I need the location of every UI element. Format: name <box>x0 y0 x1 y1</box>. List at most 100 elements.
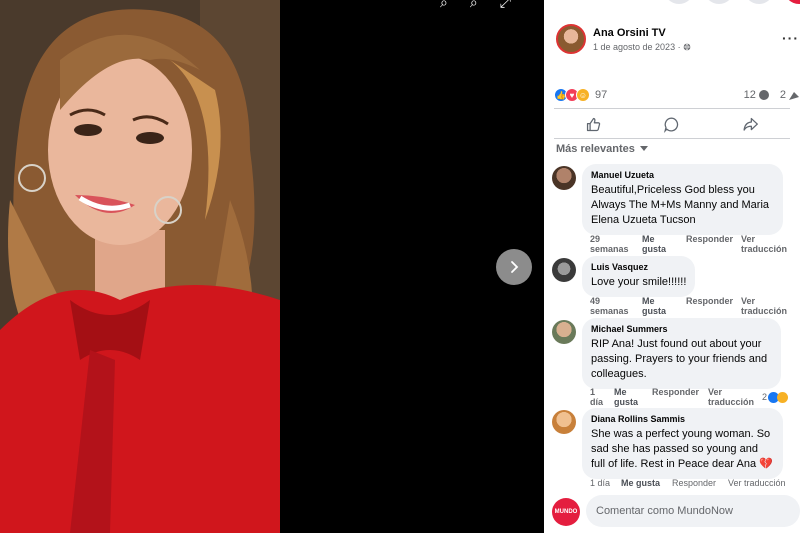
comment-reply-button[interactable]: Responder <box>672 478 728 488</box>
like-button[interactable] <box>585 116 602 133</box>
comment-text: She was a perfect young woman. So sad sh… <box>591 428 771 470</box>
comment-item: Diana Rollins Sammis She was a perfect y… <box>552 408 783 479</box>
fullscreen-icon[interactable]: ⤢ <box>500 0 511 11</box>
thumbs-up-icon <box>586 117 601 131</box>
like-label-1: Me <box>642 234 655 244</box>
like-label-2: gusta <box>614 397 639 407</box>
commenter-avatar[interactable] <box>552 410 576 434</box>
nav-button[interactable] <box>664 0 694 4</box>
comment-time-unit: semanas <box>590 306 629 316</box>
more-dots-icon[interactable]: ··· <box>782 30 799 46</box>
comment-like-button[interactable]: Me gusta <box>614 387 652 407</box>
comment-translate-button[interactable]: Ver traducción <box>741 296 787 316</box>
translate-label-1: Ver <box>741 296 756 306</box>
sad-reaction-icon <box>777 391 789 403</box>
reactions-bar: 👍 ♥ ☺ 97 12 2 <box>554 88 800 102</box>
comment-actions: 1 día Me gusta Responder Ver traducción <box>590 478 786 488</box>
zoom-out-icon[interactable]: ⌕ <box>470 0 478 11</box>
comments-count[interactable]: 12 <box>744 89 770 101</box>
like-label-1: Me <box>642 296 655 306</box>
comment-reaction-count: 2 <box>762 392 768 402</box>
mundonow-logo-text: MUNDO <box>554 509 578 515</box>
post-photo[interactable] <box>0 0 280 533</box>
next-photo-button[interactable] <box>496 249 532 285</box>
comment-reply-button[interactable]: Responder <box>686 234 741 254</box>
comment-bubble: Luis Vasquez Love your smile!!!!!! <box>582 256 696 297</box>
post-date-text[interactable]: 1 de agosto de 2023 <box>593 42 675 52</box>
commenter-avatar[interactable] <box>552 320 576 344</box>
profile-button[interactable] <box>784 0 800 4</box>
translate-label-1: Ver <box>741 234 756 244</box>
comment-time-num: 49 <box>590 296 601 306</box>
portrait-illustration <box>0 0 280 533</box>
comment-sort-dropdown[interactable]: Más relevantes <box>556 143 648 155</box>
translate-label-1: Ver <box>708 387 723 397</box>
comment-translate-button[interactable]: Ver traducción <box>708 387 762 407</box>
post-actions <box>554 110 790 138</box>
comment-composer: MUNDO <box>552 495 800 527</box>
reaction-icons[interactable]: 👍 ♥ ☺ <box>554 88 590 102</box>
commenter-avatar[interactable] <box>552 258 576 282</box>
comment-bubble: Michael Summers RIP Ana! Just found out … <box>582 318 781 389</box>
comment-time[interactable]: 29 semanas <box>590 234 642 254</box>
page-name[interactable]: Ana Orsini TV <box>593 27 691 39</box>
viewer-toolbar: ⌕ ⌕ ⤢ <box>440 0 511 11</box>
like-label-1: Me <box>614 387 627 397</box>
zoom-in-icon[interactable]: ⌕ <box>440 0 448 11</box>
comment-item: Manuel Uzueta Beautiful,Priceless God bl… <box>552 164 783 235</box>
comment-like-button[interactable]: Me gusta <box>642 296 686 316</box>
comments-count-value: 12 <box>743 89 756 101</box>
caret-down-icon <box>639 146 648 151</box>
comment-actions: 49 semanas Me gusta Responder Ver traducció… <box>590 296 787 316</box>
post-header: Ana Orsini TV 1 de agosto de 2023 · <box>556 24 691 54</box>
comment-translate-button[interactable]: Ver traducción <box>728 478 786 488</box>
comment-text: Beautiful,Priceless God bless you Always… <box>591 184 770 226</box>
comment-actions: 29 semanas Me gusta Responder Ver traducció… <box>590 234 787 254</box>
mundonow-avatar[interactable]: MUNDO <box>552 498 580 526</box>
comment-actions: 1 día Me gusta Responder Ver traducción 2 <box>590 387 800 407</box>
reactions-count[interactable]: 97 <box>595 89 607 101</box>
comment-translate-button[interactable]: Ver traducción <box>741 234 787 254</box>
translate-label-2: traducción <box>741 306 788 316</box>
commenter-avatar[interactable] <box>552 166 576 190</box>
share-small-icon <box>789 92 799 100</box>
shares-count-value: 2 <box>779 89 786 101</box>
like-label-2: gusta <box>642 306 667 316</box>
post-panel: Ana Orsini TV 1 de agosto de 2023 · ··· … <box>544 0 800 533</box>
comment-time-unit: semanas <box>590 244 629 254</box>
comment-text: RIP Ana! Just found out about your passi… <box>591 338 768 380</box>
broken-heart-emoji: 💔 <box>759 458 773 470</box>
shares-count[interactable]: 2 <box>780 89 800 101</box>
comment-like-button[interactable]: Me gusta <box>642 234 686 254</box>
divider <box>554 138 790 139</box>
share-button[interactable] <box>742 116 759 133</box>
comment-author[interactable]: Michael Summers <box>591 324 772 334</box>
comment-button[interactable] <box>663 116 680 133</box>
comment-reply-button[interactable]: Responder <box>652 387 708 407</box>
care-reaction-icon: ☺ <box>576 88 590 102</box>
comment-bubble: Manuel Uzueta Beautiful,Priceless God bl… <box>582 164 783 235</box>
nav-button[interactable] <box>704 0 734 4</box>
comment-author[interactable]: Diana Rollins Sammis <box>591 414 774 424</box>
comment-time-num: 1 <box>590 387 596 397</box>
share-arrow-icon <box>743 117 759 131</box>
comment-author[interactable]: Luis Vasquez <box>591 262 686 272</box>
comment-reactions[interactable]: 2 <box>762 387 789 407</box>
page-avatar[interactable] <box>556 24 586 54</box>
comment-input[interactable] <box>586 495 800 527</box>
comment-time[interactable]: 49 semanas <box>590 296 642 316</box>
divider <box>554 108 790 109</box>
chevron-right-icon <box>511 261 519 273</box>
comment-like-button[interactable]: Me gusta <box>621 478 672 488</box>
comment-item: Luis Vasquez Love your smile!!!!!! <box>552 256 696 297</box>
nav-button[interactable] <box>744 0 774 4</box>
comment-text-block: She was a perfect young woman. So sad sh… <box>591 427 774 472</box>
photo-viewer: ⌕ ⌕ ⤢ <box>0 0 544 533</box>
comment-item: Michael Summers RIP Ana! Just found out … <box>552 318 781 389</box>
comment-time[interactable]: 1 día <box>590 478 621 488</box>
comment-author[interactable]: Manuel Uzueta <box>591 170 774 180</box>
comment-time-unit: día <box>590 397 604 407</box>
comment-time[interactable]: 1 día <box>590 387 614 407</box>
comment-bubble-icon <box>664 116 679 133</box>
comment-reply-button[interactable]: Responder <box>686 296 741 316</box>
